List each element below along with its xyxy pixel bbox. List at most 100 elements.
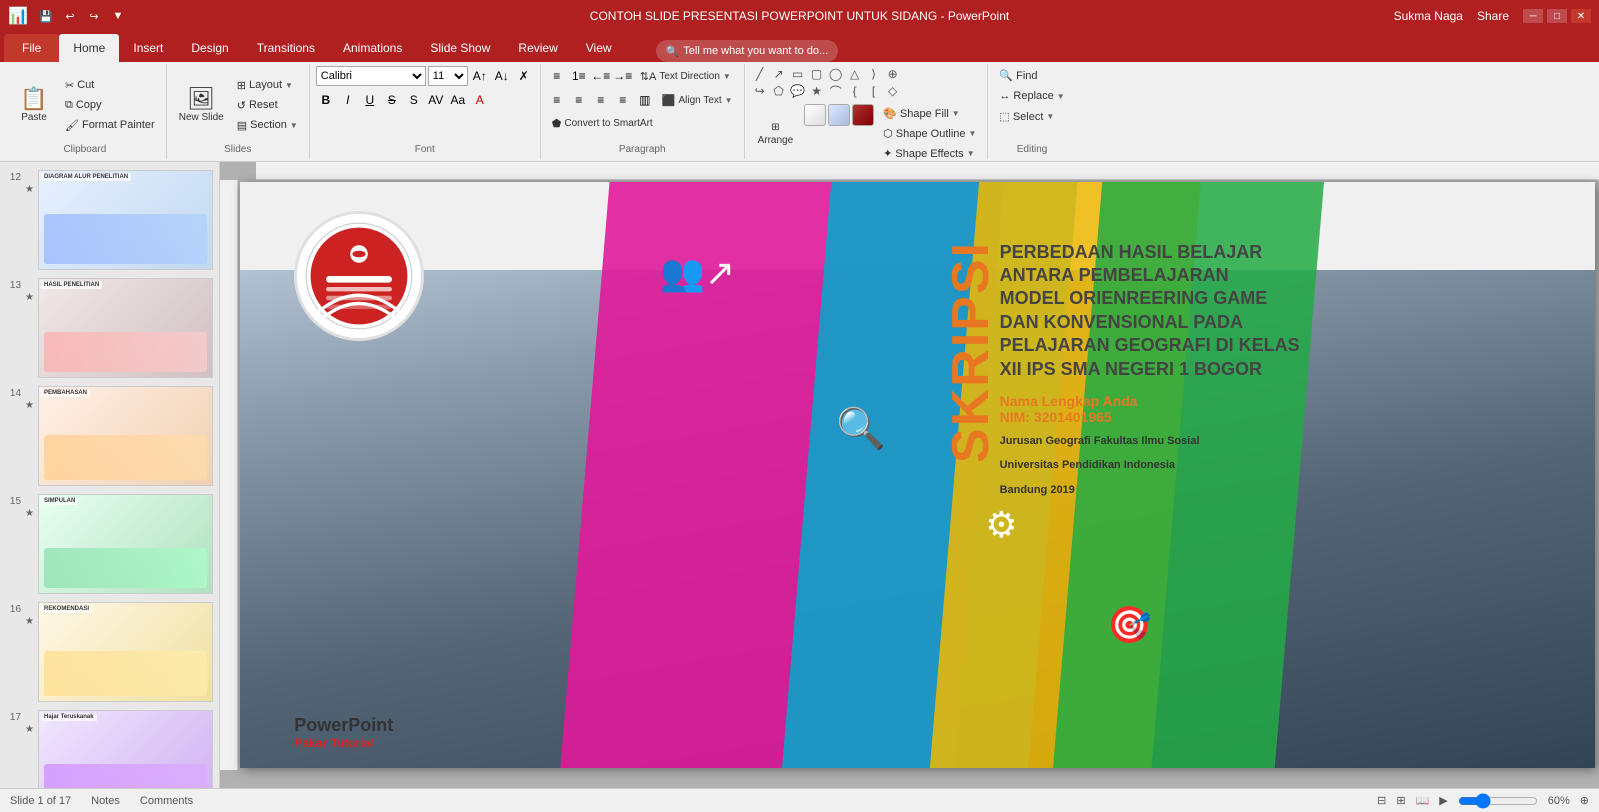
university-logo — [294, 211, 424, 341]
close-btn[interactable]: ✕ — [1571, 9, 1591, 23]
justify-btn[interactable]: ≡ — [613, 90, 633, 110]
numbering-btn[interactable]: 1≡ — [569, 66, 589, 86]
slide-panel[interactable]: 12 ★ DIAGRAM ALUR PENELITIAN 13 ★ HASIL … — [0, 162, 220, 788]
view-presentation-btn[interactable]: ▶ — [1439, 794, 1447, 807]
shape-bracket[interactable]: [ — [865, 83, 883, 99]
increase-font-btn[interactable]: A↑ — [470, 66, 490, 86]
redo-btn[interactable]: ↪ — [84, 6, 104, 26]
tab-insert[interactable]: Insert — [119, 34, 177, 62]
view-slide-btn[interactable]: ⊞ — [1396, 794, 1405, 807]
tab-file[interactable]: File — [4, 34, 59, 62]
shape-star[interactable]: ★ — [808, 83, 826, 99]
cut-button[interactable]: ✂ Cut — [60, 76, 160, 95]
case-btn[interactable]: Aa — [448, 90, 468, 110]
underline-button[interactable]: U — [360, 90, 380, 110]
save-btn[interactable]: 💾 — [36, 6, 56, 26]
tab-view[interactable]: View — [572, 34, 626, 62]
share-btn[interactable]: Share — [1477, 9, 1509, 23]
align-center-btn[interactable]: ≡ — [569, 90, 589, 110]
view-reading-btn[interactable]: 📖 — [1416, 794, 1430, 807]
notes-btn[interactable]: Notes — [91, 795, 120, 807]
minimize-btn[interactable]: ─ — [1523, 9, 1543, 23]
slide-preview-14: PEMBAHASAN — [38, 386, 213, 486]
shape-bend-arrow[interactable]: ↪ — [751, 83, 769, 99]
align-right-btn[interactable]: ≡ — [591, 90, 611, 110]
shape-effects-button[interactable]: ✦ Shape Effects ▼ — [878, 144, 981, 163]
shape-callout[interactable]: 💬 — [789, 83, 807, 99]
tab-review[interactable]: Review — [504, 34, 571, 62]
font-size-select[interactable]: 11 — [428, 66, 468, 86]
replace-button[interactable]: ↔ Replace ▼ — [994, 87, 1069, 105]
arrange-button[interactable]: ⊞ Arrange — [751, 104, 801, 163]
shape-fill-button[interactable]: 🎨 Shape Fill ▼ — [878, 104, 981, 123]
align-left-btn[interactable]: ≡ — [547, 90, 567, 110]
section-button[interactable]: ▤ Section ▼ — [232, 116, 303, 135]
format-painter-button[interactable]: 🖌 Format Painter — [60, 116, 160, 135]
icon-people: 👥↗ — [660, 252, 735, 294]
shape-chevron[interactable]: ⟩ — [865, 66, 883, 82]
strikethrough-button[interactable]: S — [382, 90, 402, 110]
text-direction-button[interactable]: ⇅A Text Direction ▼ — [635, 67, 736, 86]
find-button[interactable]: 🔍 Find — [994, 66, 1042, 85]
shape-curve[interactable]: ⌒ — [827, 83, 845, 99]
canvas-area[interactable]: // ruler marks via JS below — [220, 162, 1599, 788]
font-color-btn[interactable]: A — [470, 90, 490, 110]
italic-button[interactable]: I — [338, 90, 358, 110]
qs-item-3[interactable] — [852, 104, 874, 126]
tab-home[interactable]: Home — [59, 34, 119, 62]
slide-preview-13: HASIL PENELITIAN — [38, 278, 213, 378]
char-spacing-btn[interactable]: AV — [426, 90, 446, 110]
col-btn[interactable]: ▥ — [635, 90, 655, 110]
shape-triangle[interactable]: △ — [846, 66, 864, 82]
shape-pentagon[interactable]: ⬠ — [770, 83, 788, 99]
font-name-select[interactable]: Calibri — [316, 66, 426, 86]
tab-transitions[interactable]: Transitions — [243, 34, 329, 62]
undo-btn[interactable]: ↩ — [60, 6, 80, 26]
tab-slideshow[interactable]: Slide Show — [416, 34, 504, 62]
slide-thumb-17[interactable]: 17 ★ Hajar Teruskanak — [4, 706, 215, 788]
slide-thumb-16[interactable]: 16 ★ REKOMENDASI — [4, 598, 215, 706]
slide-canvas[interactable]: 👥↗ 🔍 ⚙ 🎯 — [240, 182, 1595, 768]
layout-button[interactable]: ⊞ Layout ▼ — [232, 76, 303, 95]
slide-thumb-15[interactable]: 15 ★ SIMPULAN — [4, 490, 215, 598]
customize-btn[interactable]: ▼ — [108, 6, 128, 26]
bold-button[interactable]: B — [316, 90, 336, 110]
decrease-font-btn[interactable]: A↓ — [492, 66, 512, 86]
slide-thumb-12[interactable]: 12 ★ DIAGRAM ALUR PENELITIAN — [4, 166, 215, 274]
shape-arrow[interactable]: ↗ — [770, 66, 788, 82]
zoom-slider[interactable] — [1458, 793, 1538, 809]
maximize-btn[interactable]: □ — [1547, 9, 1567, 23]
tell-me-search[interactable]: 🔍 Tell me what you want to do... — [656, 40, 839, 62]
bullets-btn[interactable]: ≡ — [547, 66, 567, 86]
qs-item-1[interactable] — [804, 104, 826, 126]
title-line-4: DAN KONVENSIONAL PADA — [1000, 311, 1300, 334]
text-shadow-button[interactable]: S — [404, 90, 424, 110]
qs-item-2[interactable] — [828, 104, 850, 126]
tab-animations[interactable]: Animations — [329, 34, 416, 62]
decrease-indent-btn[interactable]: ←≡ — [591, 66, 611, 86]
tab-design[interactable]: Design — [177, 34, 242, 62]
shape-outline-button[interactable]: ⬡ Shape Outline ▼ — [878, 124, 981, 143]
comments-btn[interactable]: Comments — [140, 795, 193, 807]
copy-button[interactable]: ⧉ Copy — [60, 96, 160, 115]
increase-indent-btn[interactable]: →≡ — [613, 66, 633, 86]
select-button[interactable]: ⬚ Select ▼ — [994, 107, 1059, 126]
paste-button[interactable]: 📋 Paste — [10, 84, 58, 127]
clear-format-btn[interactable]: ✗ — [514, 66, 534, 86]
slide-star-15: ★ — [25, 508, 34, 519]
shape-diamond[interactable]: ◇ — [884, 83, 902, 99]
new-slide-button[interactable]: 🖼 New Slide — [173, 84, 230, 127]
reset-button[interactable]: ↺ Reset — [232, 96, 303, 115]
convert-smartart-button[interactable]: ⬟ Convert to SmartArt — [547, 114, 658, 133]
shape-rounded-rect[interactable]: ▢ — [808, 66, 826, 82]
shape-oval[interactable]: ◯ — [827, 66, 845, 82]
view-normal-btn[interactable]: ⊟ — [1377, 794, 1386, 807]
shape-brace[interactable]: { — [846, 83, 864, 99]
shape-more[interactable]: ⊕ — [884, 66, 902, 82]
zoom-fit-btn[interactable]: ⊕ — [1580, 794, 1589, 807]
align-text-button[interactable]: ⬛ Align Text ▼ — [657, 91, 738, 110]
slide-thumb-14[interactable]: 14 ★ PEMBAHASAN — [4, 382, 215, 490]
shape-line[interactable]: ╱ — [751, 66, 769, 82]
shape-rect[interactable]: ▭ — [789, 66, 807, 82]
slide-thumb-13[interactable]: 13 ★ HASIL PENELITIAN — [4, 274, 215, 382]
